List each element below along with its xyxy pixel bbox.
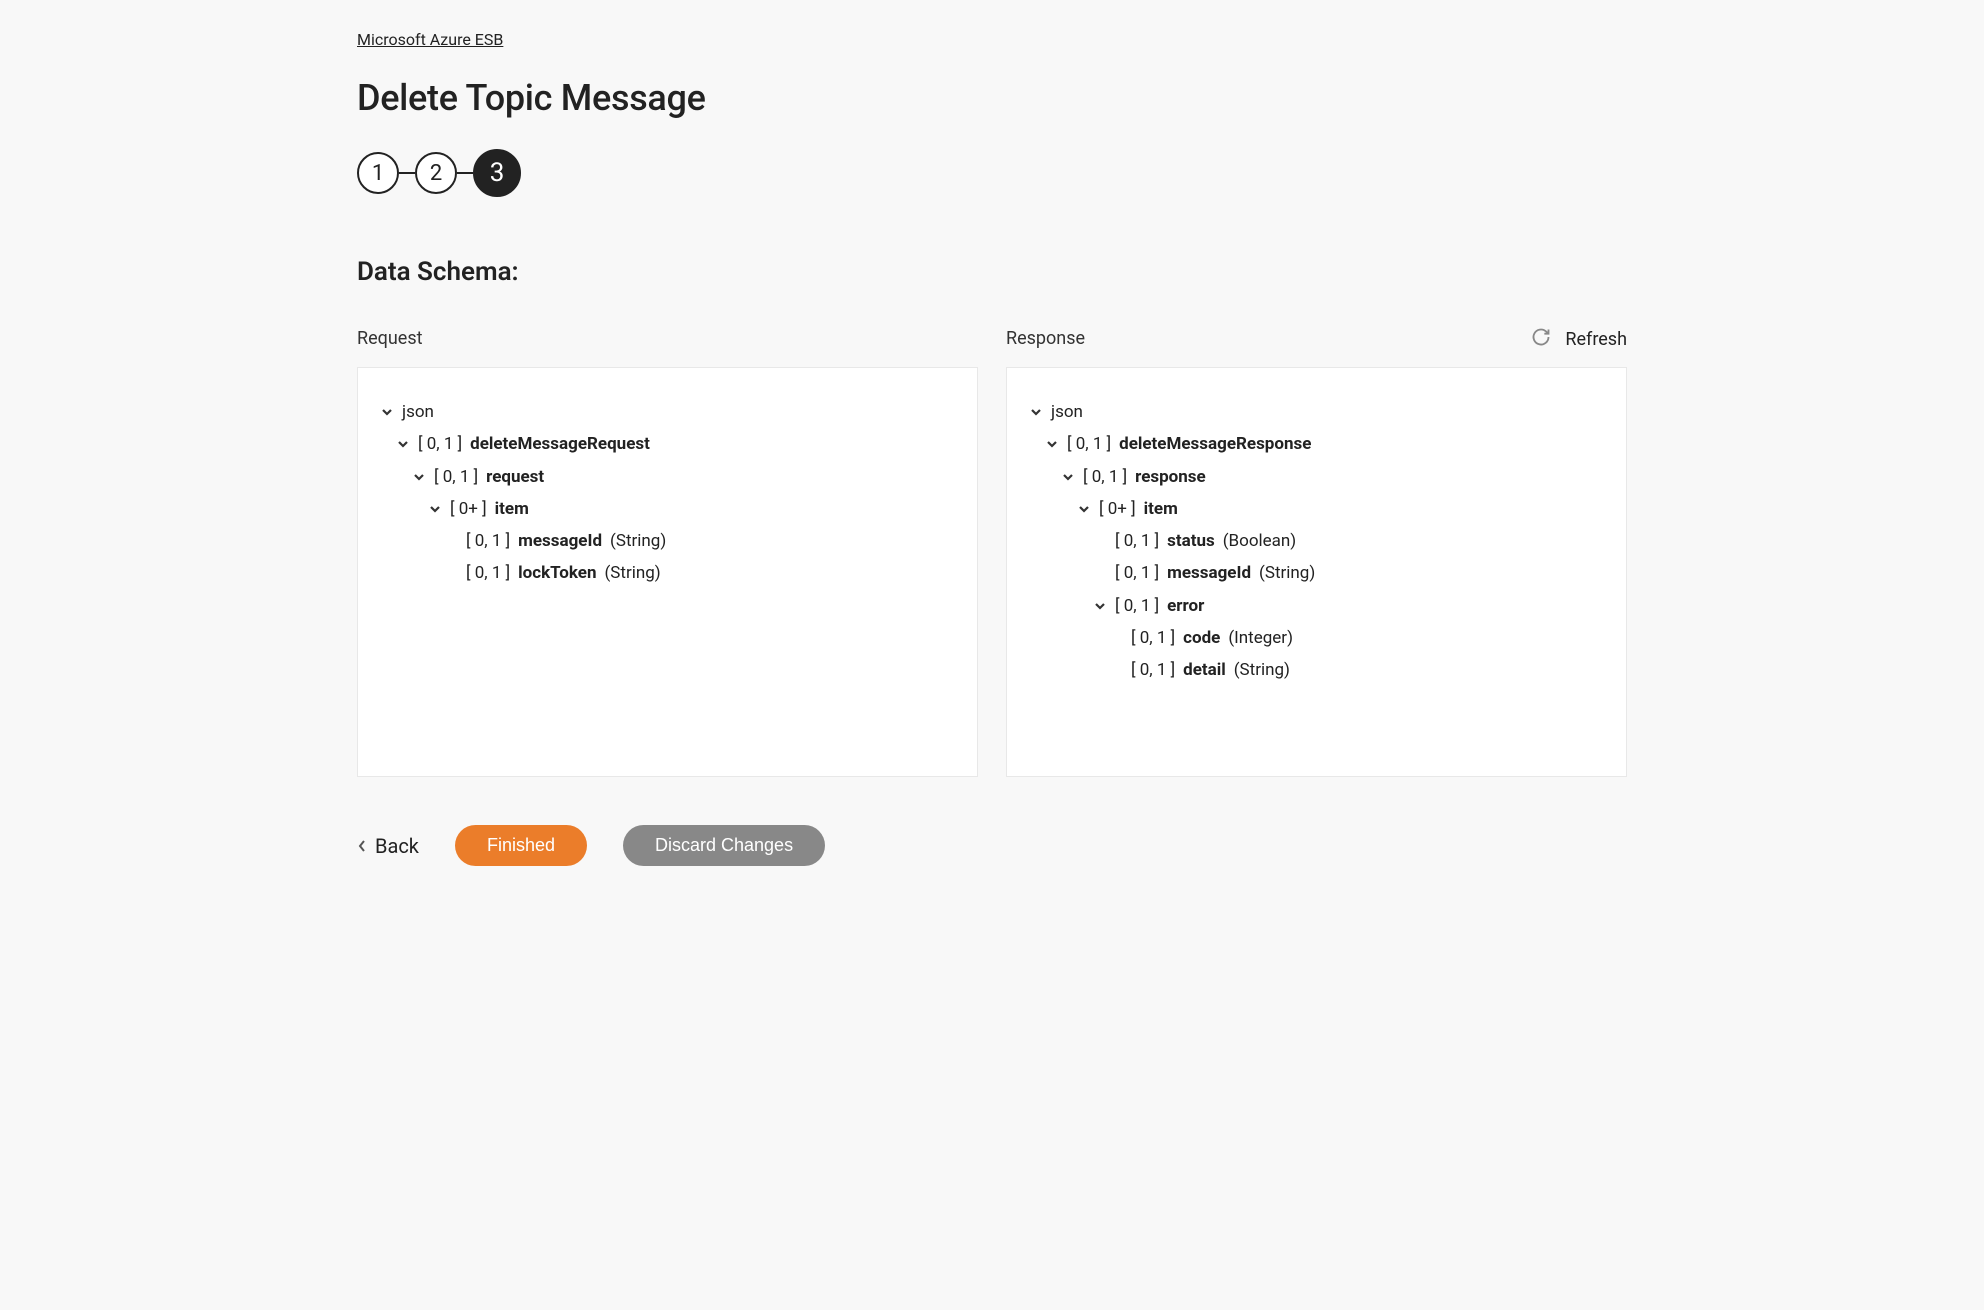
- node-name: error: [1167, 590, 1204, 622]
- node-type: (String): [1259, 557, 1315, 589]
- response-heading: Response: [1006, 328, 1627, 349]
- cardinality: [ 0+ ]: [450, 493, 487, 525]
- breadcrumb-link[interactable]: Microsoft Azure ESB: [357, 30, 503, 49]
- node-type: (String): [604, 557, 660, 589]
- cardinality: [ 0, 1 ]: [418, 428, 462, 460]
- cardinality: [ 0, 1 ]: [1067, 428, 1111, 460]
- tree-node-deletemessageresponse[interactable]: [ 0, 1 ] deleteMessageResponse: [1045, 428, 1596, 460]
- step-3[interactable]: 3: [473, 149, 521, 197]
- chevron-down-icon: [1061, 470, 1075, 484]
- back-label: Back: [375, 834, 419, 858]
- cardinality: [ 0, 1 ]: [1115, 525, 1159, 557]
- node-label: json: [402, 396, 434, 428]
- chevron-down-icon: [428, 502, 442, 516]
- tree-node-item[interactable]: [ 0+ ] item: [428, 493, 947, 525]
- node-name: deleteMessageResponse: [1119, 428, 1311, 460]
- tree-node-error[interactable]: [ 0, 1 ] error: [1093, 590, 1596, 622]
- cardinality: [ 0, 1 ]: [466, 525, 510, 557]
- finished-button[interactable]: Finished: [455, 825, 587, 866]
- chevron-down-icon: [1045, 437, 1059, 451]
- step-divider: [457, 172, 473, 174]
- tree-leaf-messageid[interactable]: [ 0, 1 ] messageId (String): [444, 525, 947, 557]
- response-panel: json [ 0, 1 ] deleteMessageResponse [ 0,…: [1006, 367, 1627, 777]
- step-indicator: 1 2 3: [357, 149, 1627, 197]
- cardinality: [ 0, 1 ]: [1131, 622, 1175, 654]
- node-type: (Boolean): [1223, 525, 1297, 557]
- tree-leaf-status[interactable]: [ 0, 1 ] status (Boolean): [1093, 525, 1596, 557]
- cardinality: [ 0, 1 ]: [1115, 557, 1159, 589]
- tree-node-request[interactable]: [ 0, 1 ] request: [412, 461, 947, 493]
- node-type: (String): [1234, 654, 1290, 686]
- node-name: messageId: [1167, 557, 1251, 589]
- node-name: lockToken: [518, 557, 596, 589]
- request-heading: Request: [357, 328, 978, 349]
- node-name: response: [1135, 461, 1206, 493]
- tree-leaf-code[interactable]: [ 0, 1 ] code (Integer): [1109, 622, 1596, 654]
- tree-node-item[interactable]: [ 0+ ] item: [1077, 493, 1596, 525]
- node-name: item: [495, 493, 529, 525]
- cardinality: [ 0, 1 ]: [466, 557, 510, 589]
- tree-leaf-messageid[interactable]: [ 0, 1 ] messageId (String): [1093, 557, 1596, 589]
- discard-changes-button[interactable]: Discard Changes: [623, 825, 825, 866]
- step-divider: [399, 172, 415, 174]
- node-name: request: [486, 461, 544, 493]
- chevron-left-icon: [357, 834, 367, 858]
- section-heading: Data Schema:: [357, 257, 1627, 287]
- cardinality: [ 0+ ]: [1099, 493, 1136, 525]
- step-2[interactable]: 2: [415, 152, 457, 194]
- cardinality: [ 0, 1 ]: [1131, 654, 1175, 686]
- page-title: Delete Topic Message: [357, 77, 1627, 119]
- cardinality: [ 0, 1 ]: [1083, 461, 1127, 493]
- back-button[interactable]: Back: [357, 834, 419, 858]
- step-1[interactable]: 1: [357, 152, 399, 194]
- cardinality: [ 0, 1 ]: [434, 461, 478, 493]
- tree-node-json[interactable]: json: [380, 396, 947, 428]
- node-label: json: [1051, 396, 1083, 428]
- node-name: status: [1167, 525, 1215, 557]
- tree-leaf-locktoken[interactable]: [ 0, 1 ] lockToken (String): [444, 557, 947, 589]
- node-name: code: [1183, 622, 1220, 654]
- chevron-down-icon: [1029, 405, 1043, 419]
- chevron-down-icon: [412, 470, 426, 484]
- tree-leaf-detail[interactable]: [ 0, 1 ] detail (String): [1109, 654, 1596, 686]
- tree-node-json[interactable]: json: [1029, 396, 1596, 428]
- node-type: (String): [610, 525, 666, 557]
- chevron-down-icon: [396, 437, 410, 451]
- tree-node-deletemessagerequest[interactable]: [ 0, 1 ] deleteMessageRequest: [396, 428, 947, 460]
- tree-node-response[interactable]: [ 0, 1 ] response: [1061, 461, 1596, 493]
- chevron-down-icon: [380, 405, 394, 419]
- chevron-down-icon: [1093, 599, 1107, 613]
- chevron-down-icon: [1077, 502, 1091, 516]
- cardinality: [ 0, 1 ]: [1115, 590, 1159, 622]
- node-name: deleteMessageRequest: [470, 428, 650, 460]
- node-name: item: [1144, 493, 1178, 525]
- node-name: messageId: [518, 525, 602, 557]
- node-name: detail: [1183, 654, 1226, 686]
- request-panel: json [ 0, 1 ] deleteMessageRequest [ 0, …: [357, 367, 978, 777]
- node-type: (Integer): [1228, 622, 1293, 654]
